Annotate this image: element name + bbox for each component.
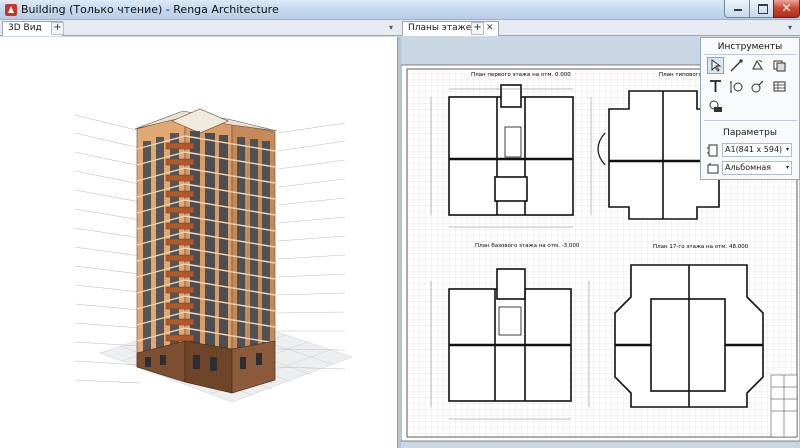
floor-plan-1 [448, 84, 574, 216]
axis-icon [730, 81, 743, 93]
sheet-format-row: А1(841 x 594) ▾ [707, 143, 793, 157]
plan-title-1: План первого этажа на отм. 0.000 [471, 72, 571, 78]
sheet-format-value: А1(841 x 594) [725, 145, 783, 154]
left-tab-strip: 3D Вид ✕ + ▾ [0, 20, 400, 36]
select-tool-button[interactable] [707, 57, 724, 74]
divider [704, 54, 797, 55]
right-tab-strip: Планы этажей ✕ + ▾ [400, 20, 800, 36]
orientation-row: Альбомная ▾ [707, 161, 793, 175]
title-bar: Building (Только чтение) - Renga Archite… [0, 0, 800, 20]
minimize-button[interactable] [724, 0, 750, 18]
annotation-icon [709, 100, 722, 112]
floor-plan-3 [614, 264, 764, 408]
axis-tool-button[interactable] [728, 78, 745, 95]
node-tool-button[interactable] [749, 78, 766, 95]
layers-icon [773, 60, 786, 72]
orientation-icon [707, 163, 719, 174]
level-marks-right [277, 122, 346, 370]
close-icon: ✕ [781, 1, 792, 15]
tab-label: 3D Вид [8, 23, 42, 33]
renga-logo-icon [5, 4, 17, 16]
tab-label: Планы этажей [408, 23, 478, 33]
building-3d-model[interactable] [0, 37, 398, 448]
chevron-down-icon: ▾ [785, 146, 789, 153]
table-icon [773, 81, 786, 92]
add-tab-button[interactable]: + [471, 22, 484, 35]
title-block [770, 374, 798, 438]
divider [704, 120, 797, 121]
maximize-button[interactable] [749, 0, 774, 18]
orientation-value: Альбомная [725, 163, 772, 172]
annotation-tool-button[interactable] [707, 98, 724, 115]
orientation-select[interactable]: Альбомная ▾ [722, 161, 792, 175]
line-icon [730, 59, 743, 72]
parameters-title: Параметры [723, 128, 777, 138]
sheet-format-select[interactable]: А1(841 x 594) ▾ [722, 143, 792, 157]
tab-list-chevron-icon[interactable]: ▾ [788, 23, 792, 32]
plan-title-3: План 17-го этажа на отм. 48.000 [653, 244, 749, 250]
rotate-icon [752, 59, 763, 70]
floor-plan-4 [448, 268, 572, 402]
rotate-tool-button[interactable] [749, 57, 766, 74]
3d-viewport[interactable] [0, 37, 398, 448]
window-title: Building (Только чтение) - Renga Archite… [21, 3, 279, 16]
instruments-panel: Инструменты Параметры А1(841 x 594) ▾ Ал… [700, 37, 800, 180]
sheet-format-icon [707, 144, 718, 157]
plan-title-4: План базового этажа на отм. -3.000 [475, 243, 580, 249]
tab-close-icon[interactable]: ✕ [486, 23, 494, 33]
text-tool-button[interactable] [707, 78, 724, 95]
instruments-title: Инструменты [717, 42, 783, 52]
text-icon [710, 80, 721, 92]
tab-floor-plans[interactable]: Планы этажей ✕ [402, 21, 499, 36]
close-button[interactable]: ✕ [773, 0, 800, 18]
add-tab-button[interactable]: + [51, 22, 64, 35]
tab-list-chevron-icon[interactable]: ▾ [389, 23, 393, 32]
line-tool-button[interactable] [728, 57, 745, 74]
node-icon [751, 80, 764, 93]
layers-tool-button[interactable] [771, 57, 788, 74]
select-arrow-icon [711, 59, 722, 72]
chevron-down-icon: ▾ [785, 164, 789, 171]
table-tool-button[interactable] [771, 78, 788, 95]
